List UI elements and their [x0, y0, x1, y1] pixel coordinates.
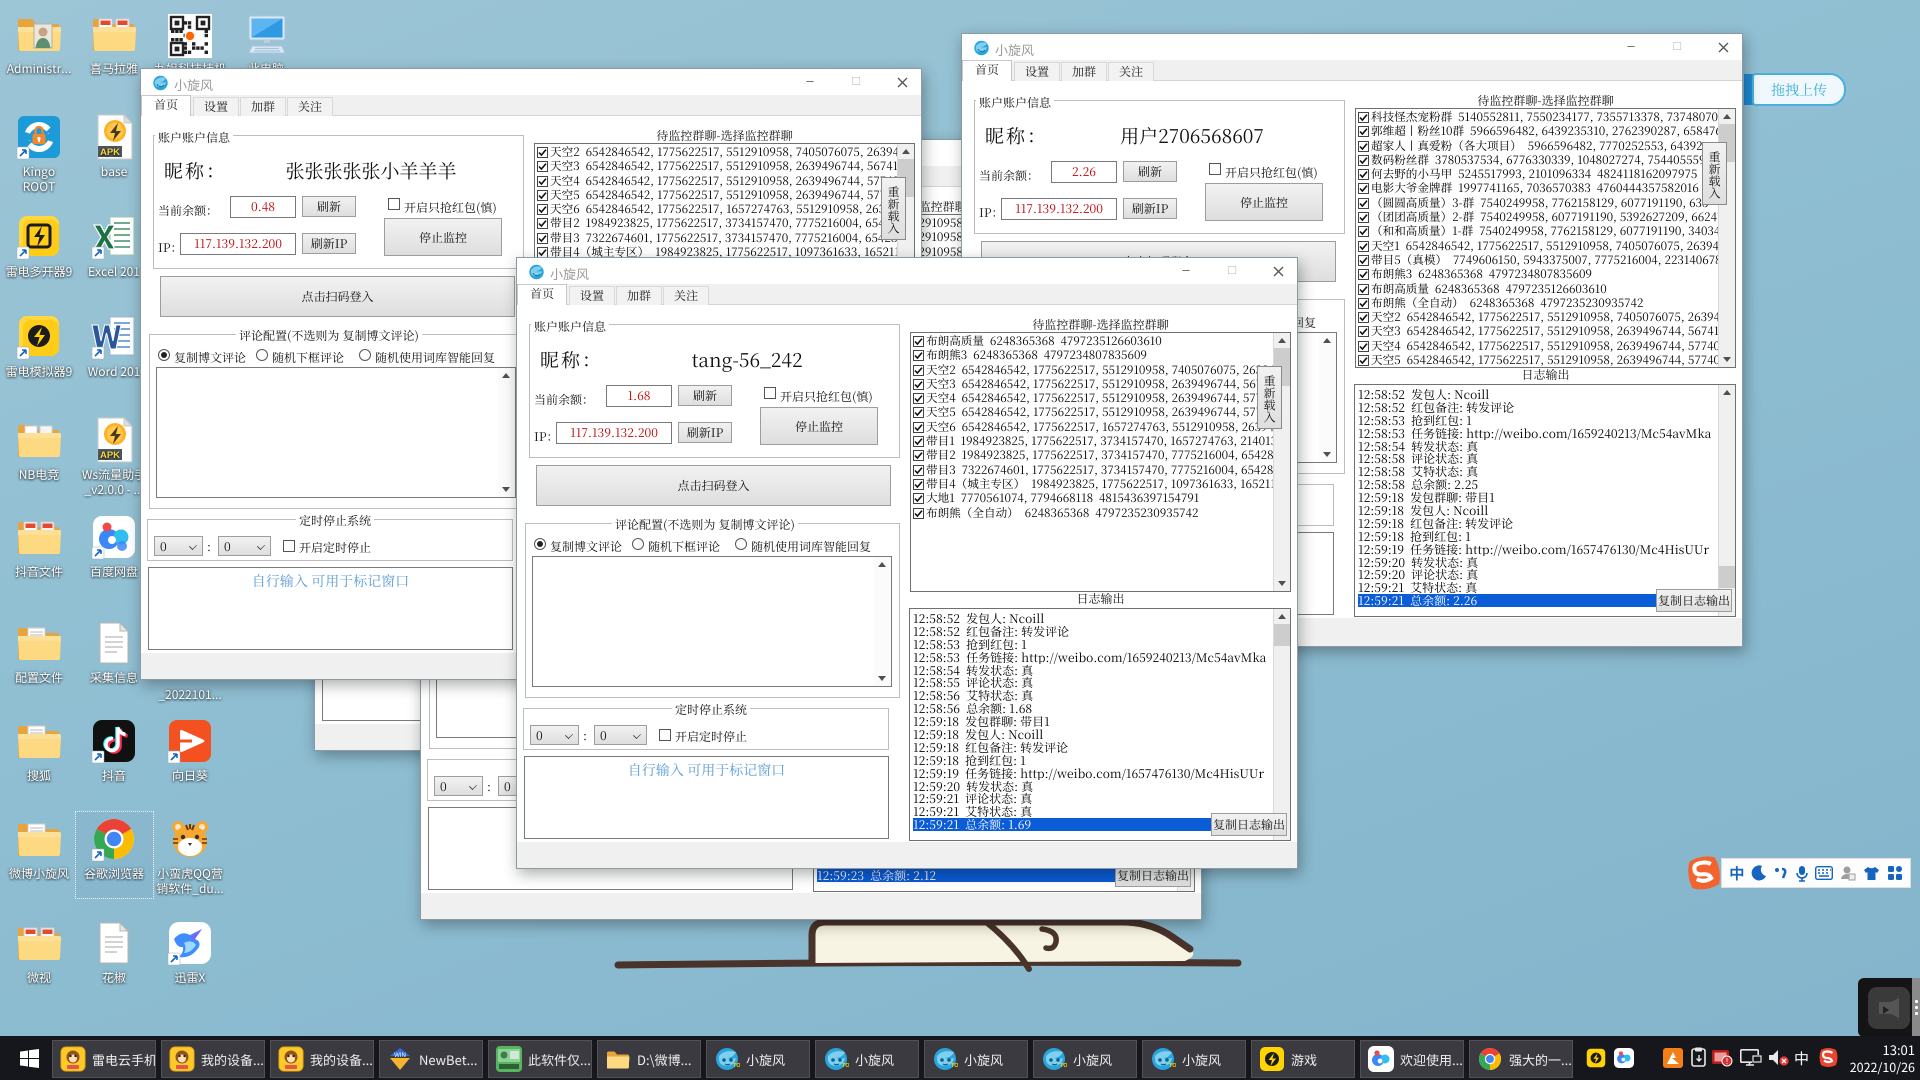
svg-text:!: !: [1726, 1057, 1728, 1066]
svg-text:APK: APK: [100, 147, 120, 158]
svg-text:TOP: TOP: [1169, 1063, 1176, 1069]
svg-text:WIN: WIN: [394, 1053, 406, 1059]
svg-text:TOP: TOP: [1060, 1063, 1067, 1069]
svg-text:APK: APK: [100, 450, 120, 461]
svg-text:TOP: TOP: [951, 1063, 958, 1069]
svg-text:TOP: TOP: [842, 1063, 849, 1069]
svg-text:TOP: TOP: [733, 1063, 740, 1069]
